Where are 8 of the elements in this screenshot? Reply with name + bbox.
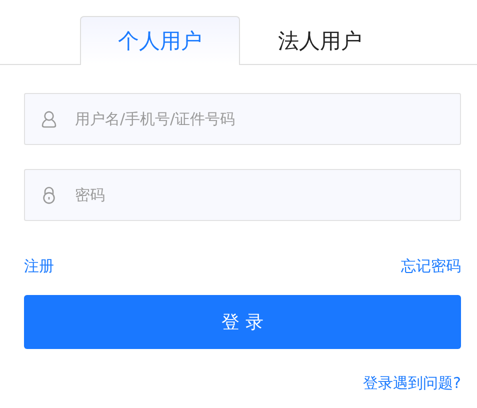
register-link[interactable]: 注册 (24, 257, 54, 276)
tab[interactable]: 个人用户 (80, 16, 240, 65)
login-button[interactable]: 登 录 (24, 295, 461, 349)
input-field[interactable]: 密码 (24, 169, 461, 221)
input-field[interactable]: 用户名/手机号/证件号码 (24, 93, 461, 145)
tab[interactable]: 法人用户 (240, 16, 400, 65)
forgot-password-link[interactable]: 忘记密码 (401, 257, 461, 276)
help-link[interactable]: 登录遇到问题? (363, 374, 461, 392)
